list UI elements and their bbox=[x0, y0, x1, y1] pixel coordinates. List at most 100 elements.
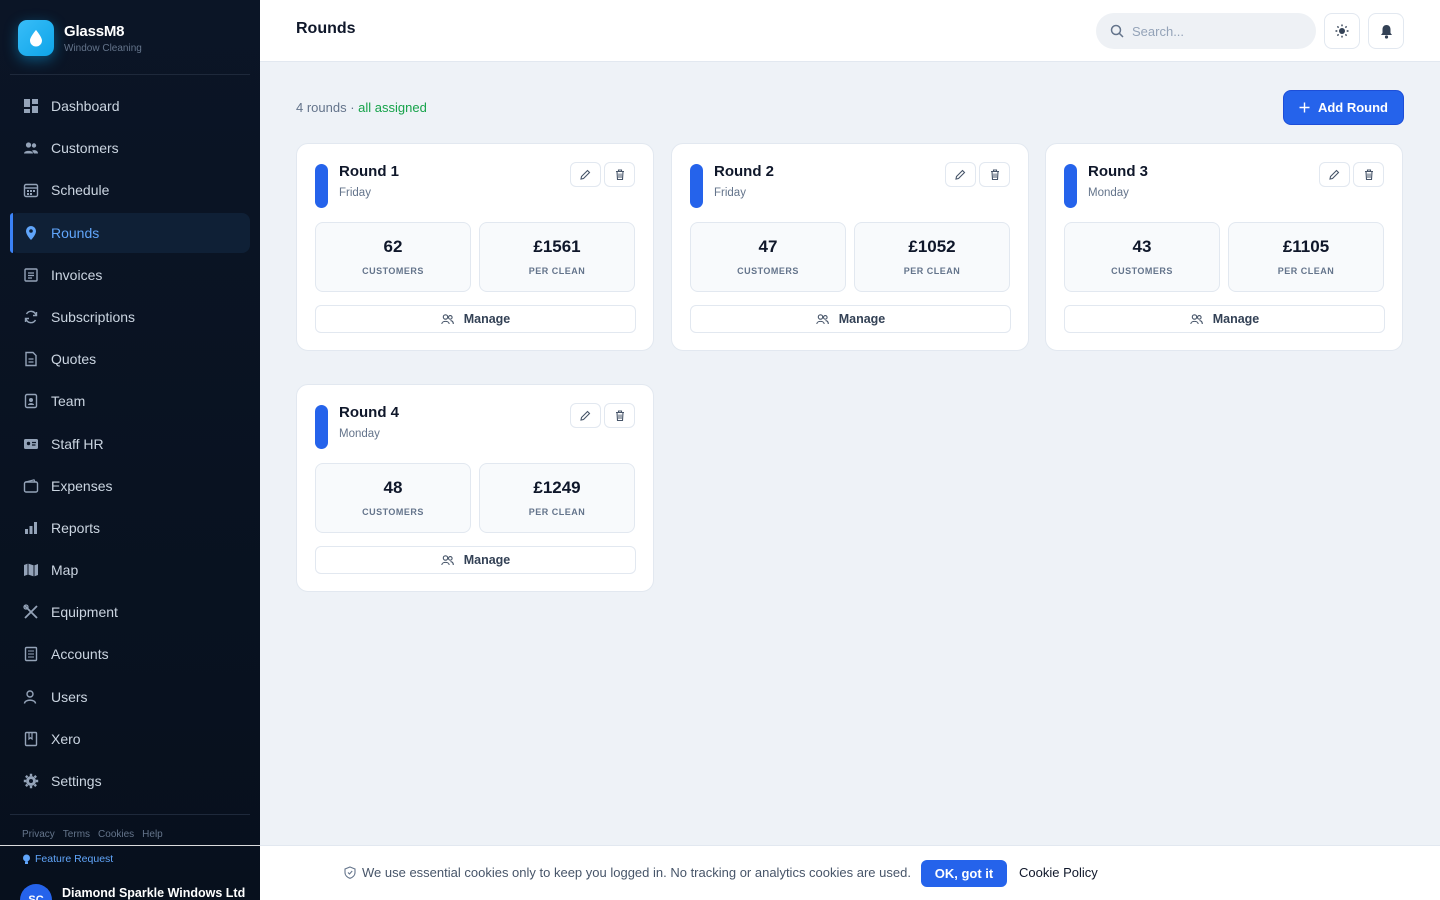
manage-round-button[interactable]: Manage bbox=[315, 305, 636, 333]
per-clean-label: PER CLEAN bbox=[528, 266, 586, 276]
round-day: Monday bbox=[339, 428, 380, 440]
user-icon bbox=[23, 689, 37, 704]
search-input[interactable] bbox=[1132, 23, 1292, 39]
sidebar-item-schedule[interactable]: Schedule bbox=[10, 170, 250, 210]
round-name: Round 1 bbox=[339, 163, 399, 180]
customers-count: 43 bbox=[1132, 237, 1152, 256]
privacy-link[interactable]: Privacy bbox=[22, 829, 55, 840]
theme-toggle-button[interactable] bbox=[1324, 13, 1360, 49]
per-clean-label: PER CLEAN bbox=[903, 266, 961, 276]
customers-stat: 43 CUSTOMERS bbox=[1064, 222, 1220, 292]
sidebar-item-label: Reports bbox=[51, 519, 101, 536]
users-icon bbox=[1189, 313, 1203, 324]
round-card: Round 4 Monday 48 CUSTOMERS £1249 PER CL… bbox=[296, 384, 654, 592]
pencil-icon bbox=[1329, 169, 1340, 180]
customers-stat: 48 CUSTOMERS bbox=[315, 463, 471, 533]
account-name: Diamond Sparkle Windows Ltd bbox=[62, 886, 246, 900]
round-name: Round 2 bbox=[714, 163, 774, 180]
round-name: Round 3 bbox=[1088, 163, 1148, 180]
per-clean-value: £1105 bbox=[1282, 237, 1330, 256]
sidebar: GlassM8 Window Cleaning Dashboard Custom… bbox=[0, 0, 260, 900]
refresh-icon bbox=[24, 310, 38, 324]
users-icon bbox=[24, 142, 38, 154]
customers-label: CUSTOMERS bbox=[1111, 266, 1173, 276]
account-switcher[interactable]: SC Diamond Sparkle Windows Ltd bbox=[20, 884, 245, 900]
brand[interactable]: GlassM8 Window Cleaning bbox=[18, 20, 142, 56]
sidebar-item-equipment[interactable]: Equipment bbox=[10, 592, 250, 632]
sidebar-item-quotes[interactable]: Quotes bbox=[10, 339, 250, 379]
sidebar-item-accounts[interactable]: Accounts bbox=[10, 634, 250, 674]
delete-round-button[interactable] bbox=[604, 403, 635, 428]
manage-round-button[interactable]: Manage bbox=[690, 305, 1011, 333]
sidebar-divider bbox=[10, 74, 250, 75]
customers-label: CUSTOMERS bbox=[362, 507, 424, 517]
round-day: Friday bbox=[339, 187, 371, 199]
help-link[interactable]: Help bbox=[142, 829, 163, 840]
sidebar-item-label: Expenses bbox=[51, 477, 113, 494]
add-round-label: Add Round bbox=[1317, 100, 1389, 115]
sidebar-item-xero[interactable]: Xero bbox=[10, 719, 250, 759]
trash-icon bbox=[615, 169, 624, 180]
customers-count: 62 bbox=[383, 237, 403, 256]
search-icon bbox=[1110, 24, 1124, 38]
edit-round-button[interactable] bbox=[945, 162, 976, 187]
delete-round-button[interactable] bbox=[1353, 162, 1384, 187]
delete-round-button[interactable] bbox=[604, 162, 635, 187]
sidebar-item-expenses[interactable]: Expenses bbox=[10, 466, 250, 506]
dashboard-icon bbox=[24, 99, 38, 113]
sidebar-item-subscriptions[interactable]: Subscriptions bbox=[10, 297, 250, 337]
sidebar-item-invoices[interactable]: Invoices bbox=[10, 255, 250, 295]
sidebar-nav: Dashboard Customers Schedule Rounds Invo… bbox=[10, 86, 250, 803]
edit-round-button[interactable] bbox=[570, 403, 601, 428]
sidebar-item-customers[interactable]: Customers bbox=[10, 128, 250, 168]
edit-round-button[interactable] bbox=[570, 162, 601, 187]
per-clean-stat: £1561 PER CLEAN bbox=[479, 222, 635, 292]
sidebar-item-label: Schedule bbox=[51, 182, 110, 199]
delete-round-button[interactable] bbox=[979, 162, 1010, 187]
water-drop-icon bbox=[18, 20, 54, 56]
sidebar-item-label: Accounts bbox=[51, 646, 109, 663]
page-title: Rounds bbox=[296, 20, 356, 37]
sidebar-item-reports[interactable]: Reports bbox=[10, 508, 250, 548]
sidebar-item-label: Customers bbox=[51, 140, 119, 157]
sidebar-item-team[interactable]: Team bbox=[10, 381, 250, 421]
terms-link[interactable]: Terms bbox=[63, 829, 90, 840]
sidebar-item-label: Team bbox=[51, 393, 86, 410]
cookies-link[interactable]: Cookies bbox=[98, 829, 134, 840]
sidebar-divider bbox=[10, 814, 250, 815]
sidebar-item-dashboard[interactable]: Dashboard bbox=[10, 86, 250, 126]
assignment-status: all assigned bbox=[358, 100, 427, 115]
cookie-policy-link[interactable]: Cookie Policy bbox=[1019, 865, 1098, 880]
per-clean-value: £1249 bbox=[533, 478, 581, 497]
manage-round-button[interactable]: Manage bbox=[1064, 305, 1385, 333]
sidebar-item-label: Invoices bbox=[51, 266, 103, 283]
sidebar-item-label: Users bbox=[51, 688, 88, 705]
id-card-icon bbox=[24, 438, 38, 449]
sidebar-item-label: Settings bbox=[51, 773, 102, 789]
per-clean-label: PER CLEAN bbox=[528, 507, 586, 517]
notifications-button[interactable] bbox=[1368, 13, 1404, 49]
sidebar-item-label: Xero bbox=[51, 730, 81, 747]
book-icon bbox=[24, 731, 38, 747]
per-clean-stat: £1052 PER CLEAN bbox=[854, 222, 1010, 292]
feature-request-link[interactable]: Feature Request bbox=[22, 853, 113, 865]
search-box[interactable] bbox=[1096, 13, 1316, 49]
per-clean-value: £1052 bbox=[908, 237, 956, 256]
sidebar-item-settings[interactable]: Settings bbox=[10, 761, 250, 801]
sidebar-item-rounds[interactable]: Rounds bbox=[10, 212, 250, 253]
manage-round-button[interactable]: Manage bbox=[315, 546, 636, 574]
cookie-accept-button[interactable]: OK, got it bbox=[921, 860, 1007, 887]
add-round-button[interactable]: Add Round bbox=[1283, 90, 1404, 125]
sidebar-divider bbox=[0, 845, 260, 846]
manage-label: Manage bbox=[1212, 312, 1260, 326]
rounds-summary: 4 rounds · all assigned bbox=[296, 100, 427, 115]
sidebar-item-label: Quotes bbox=[51, 351, 97, 368]
edit-round-button[interactable] bbox=[1319, 162, 1350, 187]
manage-label: Manage bbox=[838, 312, 886, 326]
sidebar-item-map[interactable]: Map bbox=[10, 550, 250, 590]
sidebar-item-users[interactable]: Users bbox=[10, 677, 250, 717]
pencil-icon bbox=[580, 410, 591, 421]
users-icon bbox=[815, 313, 829, 324]
round-card: Round 2 Friday 47 CUSTOMERS £1052 PER CL… bbox=[671, 143, 1029, 351]
sidebar-item-staff-hr[interactable]: Staff HR bbox=[10, 424, 250, 464]
